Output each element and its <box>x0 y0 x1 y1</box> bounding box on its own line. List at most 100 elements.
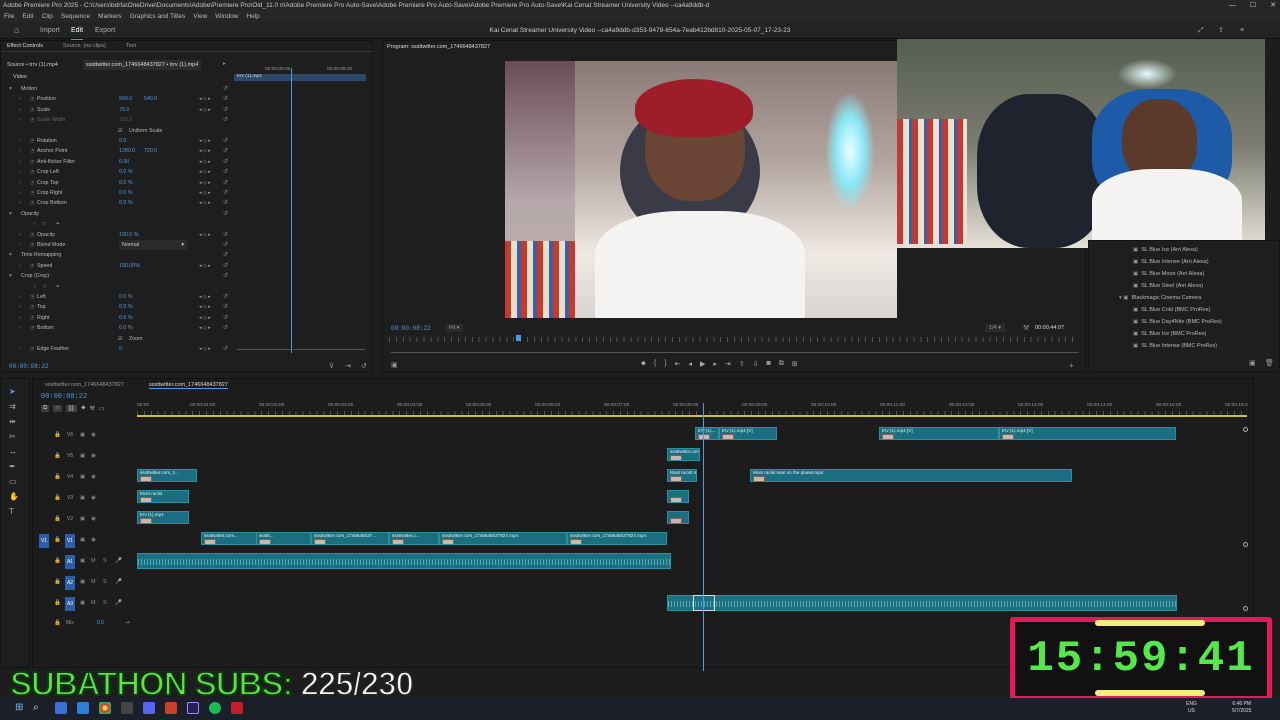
add-marker-icon[interactable]: ⬥ <box>81 405 85 412</box>
clock[interactable]: 6:46 PM 5/7/2025 <box>1232 701 1251 715</box>
expand-chevron-icon[interactable]: › <box>19 344 21 354</box>
expand-chevron-icon[interactable]: › <box>19 146 21 156</box>
video-clip[interactable]: sssttwitter.com_1746648437827.mp4 <box>567 532 667 545</box>
expand-chevron-icon[interactable]: › <box>19 313 21 323</box>
program-timecode[interactable]: 00:00:08:22 <box>391 325 431 332</box>
reset-icon[interactable]: ↺ <box>223 136 228 146</box>
keyframe-nav-icon[interactable]: ◂ ◇ ▸ <box>199 198 211 208</box>
panel-zoom-bar[interactable] <box>237 349 365 350</box>
clip-label[interactable]: sssttwitter.com_1746648437827 • trrv (1)… <box>83 60 202 70</box>
expand-chevron-icon[interactable]: › <box>19 230 21 240</box>
camera-icon[interactable]: ◙ <box>767 360 771 372</box>
hand-tool-icon[interactable]: ✋ <box>9 492 19 501</box>
razor-tool-icon[interactable]: ✂ <box>9 432 19 441</box>
reset-icon[interactable]: ↺ <box>223 344 228 354</box>
reset-icon[interactable]: ↺ <box>223 230 228 240</box>
effects-list-item[interactable]: ▣ SL Blue Moon (Arri Alexa) <box>1133 271 1204 277</box>
effect-property-value[interactable]: 75.0 <box>119 105 129 115</box>
expand-chevron-icon[interactable]: › <box>19 188 21 198</box>
stopwatch-icon[interactable]: ◷ <box>30 167 34 177</box>
program-tab[interactable]: Program: sssttwitter.com_1746648437827 <box>387 44 490 50</box>
sequence-tab-2[interactable]: sssttwitter.com_1746648437827 <box>149 382 228 389</box>
share-icon[interactable]: ⇪ <box>1218 22 1224 39</box>
menu-file[interactable]: File <box>4 11 14 22</box>
expand-chevron-icon[interactable]: › <box>19 105 21 115</box>
play-only-icon[interactable]: ▸ <box>223 61 226 67</box>
program-zoom-bar[interactable] <box>391 352 1079 353</box>
rect-mask-icon[interactable]: □ <box>43 282 46 292</box>
effect-property-value[interactable]: 0.0 % <box>119 178 133 188</box>
reset-icon[interactable]: ↺ <box>223 302 228 312</box>
lift-icon[interactable]: ⇧ <box>739 360 745 372</box>
expand-chevron-icon[interactable]: › <box>19 240 21 250</box>
video-clip[interactable]: sssttt... <box>256 532 311 545</box>
compare-icon[interactable]: ⧉ <box>779 360 784 372</box>
stopwatch-icon[interactable]: ◷ <box>30 136 34 146</box>
reset-icon[interactable]: ↺ <box>223 167 228 177</box>
minimize-icon[interactable]: — <box>1229 0 1236 11</box>
keyframe-nav-icon[interactable]: ◂ ◇ ▸ <box>199 344 211 354</box>
timeline-playhead[interactable] <box>703 403 704 671</box>
app-icon[interactable] <box>121 702 133 714</box>
effect-property-value[interactable]: 100.0 % <box>119 230 138 240</box>
video-clip[interactable]: sssttwitter.com_1746648437... <box>311 532 389 545</box>
video-clip[interactable]: Most racist man on the planet.mp4 <box>750 469 1072 482</box>
captions-icon[interactable]: ▭ <box>99 405 105 412</box>
spotify-icon[interactable] <box>209 702 221 714</box>
video-clip[interactable]: trrv (1)... <box>695 427 719 440</box>
reset-icon[interactable]: ↺ <box>223 178 228 188</box>
expand-chevron-icon[interactable]: › <box>19 261 21 271</box>
wrench-icon[interactable]: ⚒ <box>89 405 94 412</box>
effects-list-item[interactable]: ▣ SL Blue Intense (BMC ProRes) <box>1133 343 1217 349</box>
play-icon[interactable]: ▶ <box>700 360 705 372</box>
mini-clip-bar[interactable]: trrv (1).mp4 <box>234 74 366 81</box>
expand-chevron-icon[interactable]: › <box>19 157 21 167</box>
pen-tool-icon[interactable]: ✒ <box>9 462 19 471</box>
track-scroll-bottom[interactable] <box>1243 606 1248 611</box>
stopwatch-icon[interactable]: ◷ <box>30 292 34 302</box>
search-icon[interactable]: ⌕ <box>33 702 45 714</box>
effects-list-item[interactable]: ▣ SL Blue Cold (BMC ProRes) <box>1133 307 1210 313</box>
stopwatch-icon[interactable]: ◷ <box>30 105 34 115</box>
effect-property-value-2[interactable]: 720.0 <box>144 146 157 156</box>
go-to-out-icon[interactable]: ⇥ <box>725 360 731 372</box>
audio-clip[interactable] <box>667 595 1177 611</box>
reset-icon[interactable]: ↺ <box>223 94 228 104</box>
step-back-icon[interactable]: ◂ <box>688 360 692 372</box>
stopwatch-icon[interactable]: ◷ <box>30 188 34 198</box>
stopwatch-icon[interactable]: ◷ <box>30 240 34 250</box>
discord-icon[interactable] <box>143 702 155 714</box>
source-label[interactable]: Source • trrv (1).mp4 <box>7 62 58 68</box>
effects-list-item[interactable]: ▣ SL Blue Steel (Arri Alexa) <box>1133 283 1203 289</box>
video-clip[interactable]: Most racist <box>137 490 189 503</box>
expand-chevron-icon[interactable]: › <box>19 115 21 125</box>
menu-graphics[interactable]: Graphics and Titles <box>130 11 186 22</box>
maximize-icon[interactable]: ☐ <box>1250 0 1256 11</box>
effects-list-item[interactable]: ▣ SL Blue Ice (BMC ProRes) <box>1133 331 1206 337</box>
language-indicator[interactable]: ENG US <box>1186 701 1197 715</box>
pen-mask-icon[interactable]: ✒ <box>56 282 60 292</box>
task-view-icon[interactable] <box>55 702 67 714</box>
keyframe-nav-icon[interactable]: ◂ ◇ ▸ <box>199 261 211 271</box>
reset-icon[interactable]: ↺ <box>223 146 228 156</box>
menu-window[interactable]: Window <box>215 11 238 22</box>
expand-chevron-icon[interactable]: ▾ <box>9 84 12 94</box>
keyframe-nav-icon[interactable]: ◂ ◇ ▸ <box>199 323 211 333</box>
video-clip[interactable]: sssttwitter.c... <box>389 532 439 545</box>
mark-out-icon[interactable]: } <box>664 360 666 372</box>
folder-icon[interactable] <box>165 702 177 714</box>
track-scroll-top[interactable] <box>1243 427 1248 432</box>
vr-icon[interactable]: ⊞ <box>792 360 798 372</box>
fullscreen-icon[interactable]: ⤢ <box>1198 22 1204 39</box>
stopwatch-icon[interactable]: ◷ <box>30 230 34 240</box>
effect-controls-timecode[interactable]: 00:00:08:22 <box>9 363 49 370</box>
video-clip[interactable] <box>667 511 689 524</box>
mark-in-icon[interactable]: { <box>654 360 656 372</box>
keyframe-nav-icon[interactable]: ◂ ◇ ▸ <box>199 292 211 302</box>
video-clip[interactable]: trrv (1).mp4 [V] <box>999 427 1176 440</box>
video-clip[interactable] <box>667 490 689 503</box>
nest-icon[interactable]: ⧉ <box>41 405 50 412</box>
reset-icon[interactable]: ↺ <box>223 157 228 167</box>
linked-icon[interactable]: ⛓ <box>65 405 78 412</box>
expand-chevron-icon[interactable]: › <box>19 167 21 177</box>
